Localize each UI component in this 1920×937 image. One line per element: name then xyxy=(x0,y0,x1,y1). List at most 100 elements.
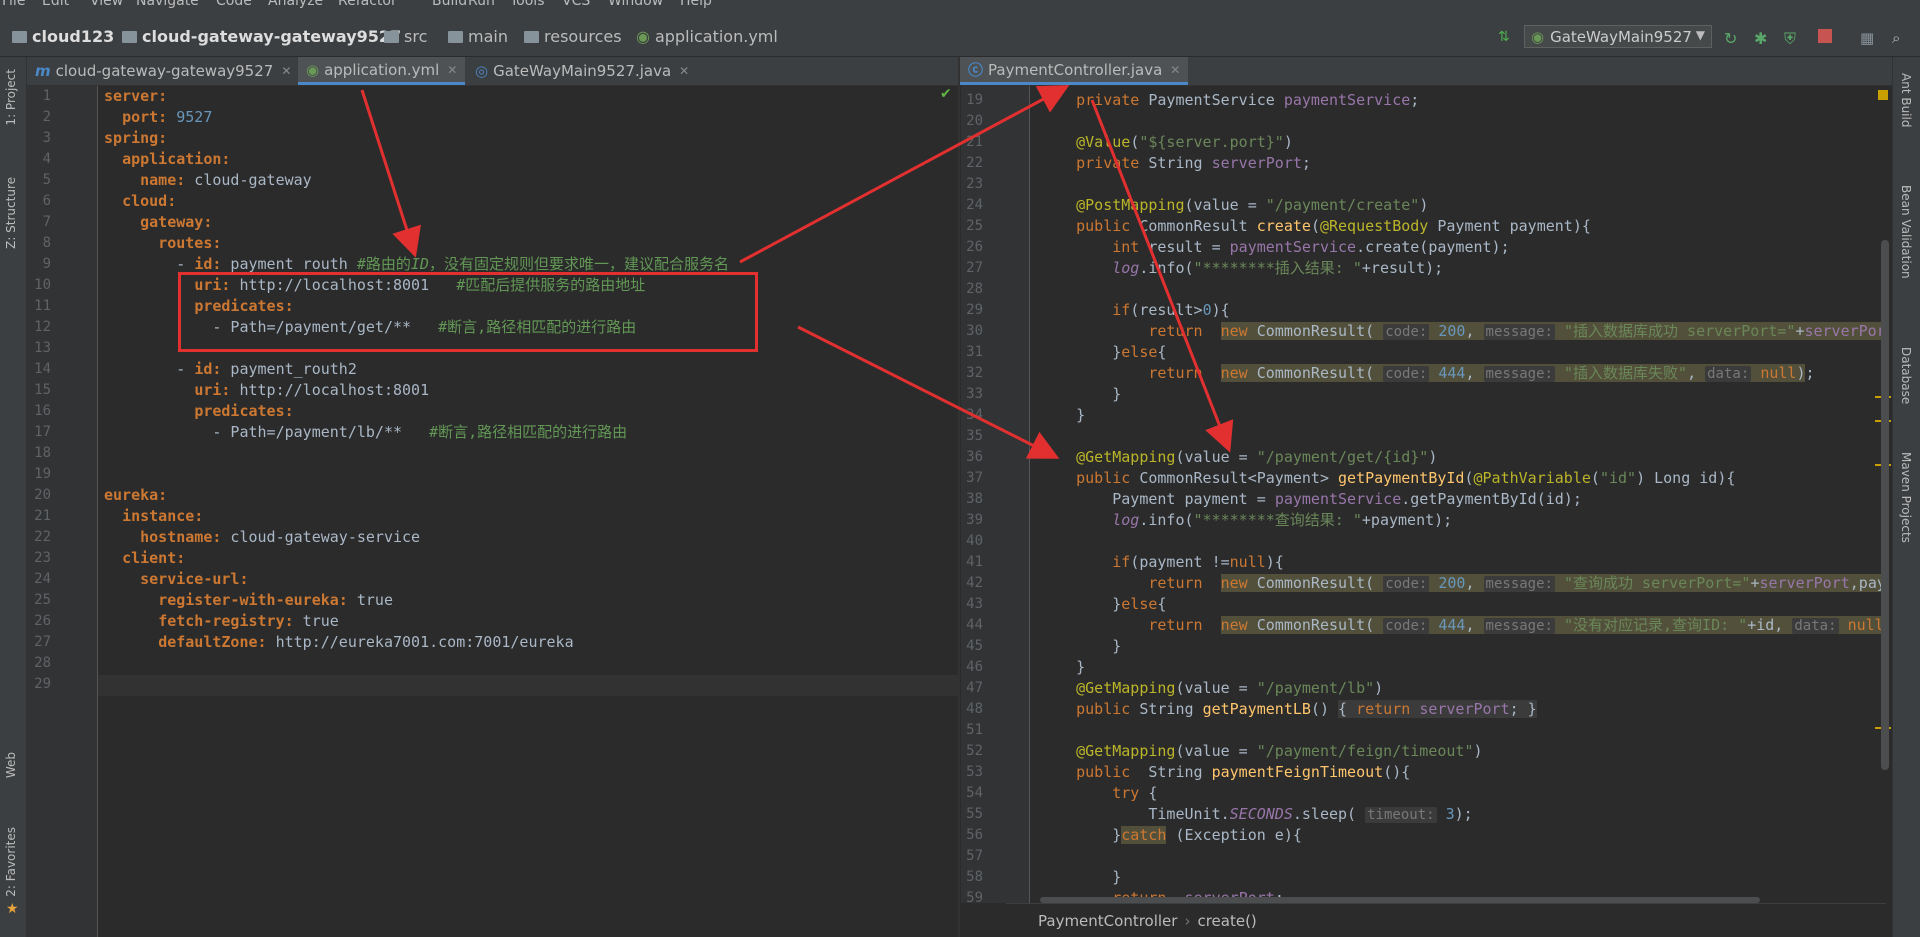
stop-icon[interactable] xyxy=(1818,29,1832,43)
tool-tab-ant-build[interactable]: Ant Build xyxy=(1899,73,1913,127)
tab-gatewaymain-java[interactable]: ◎ GateWayMain9527.java ✕ xyxy=(467,57,697,85)
nav-crumb-project[interactable]: cloud123 xyxy=(12,27,114,46)
search-icon[interactable]: ⌕ xyxy=(1892,29,1908,47)
nav-crumb-file[interactable]: ◉ application.yml xyxy=(636,27,778,46)
nav-crumb-src[interactable]: src xyxy=(384,27,427,46)
menu-item-build[interactable]: Build xyxy=(432,0,467,9)
java-line: return new CommonResult( code: 444, mess… xyxy=(1148,364,1815,382)
tab-paymentcontroller-java[interactable]: ⓒ PaymentController.java ✕ xyxy=(960,57,1189,85)
java-line: } xyxy=(1040,406,1086,424)
java-line: public CommonResult create(@RequestBody … xyxy=(1076,217,1591,235)
line-number: 33 xyxy=(966,386,983,402)
editor-split-divider[interactable] xyxy=(958,57,960,937)
java-line: private PaymentService paymentService; xyxy=(1076,91,1420,109)
line-number: 24 xyxy=(966,197,983,213)
menu-item-file[interactable]: File xyxy=(2,0,25,9)
java-editor[interactable]: private PaymentService paymentService; @… xyxy=(1040,90,1888,903)
menu-item-edit[interactable]: Edit xyxy=(42,0,69,9)
chevron-down-icon: ▼ xyxy=(1695,28,1705,42)
line-number: 32 xyxy=(966,365,983,381)
java-line: @GetMapping(value = "/payment/feign/time… xyxy=(1076,742,1483,760)
close-icon[interactable]: ✕ xyxy=(679,64,689,78)
star-icon: ★ xyxy=(6,901,19,917)
navigation-bar: cloud123 cloud-gateway-gateway9527 src m… xyxy=(0,10,1920,57)
line-number: 25 xyxy=(966,218,983,234)
java-line: @Value("${server.port}") xyxy=(1076,133,1293,151)
warning-indicator-icon[interactable] xyxy=(1878,90,1888,100)
menu-item-navigate[interactable]: Navigate xyxy=(136,0,199,9)
line-number: 54 xyxy=(966,785,983,801)
close-icon[interactable]: ✕ xyxy=(281,64,291,78)
tool-tab-project[interactable]: 1: Project xyxy=(4,69,18,126)
java-line: public String paymentFeignTimeout(){ xyxy=(1076,763,1411,781)
line-number: 23 xyxy=(966,176,983,192)
line-number: 55 xyxy=(966,806,983,822)
tab-module-pom[interactable]: m cloud-gateway-gateway9527 ✕ xyxy=(27,57,299,85)
tool-tab-database[interactable]: Database xyxy=(1899,347,1913,404)
line-number: 41 xyxy=(966,554,983,570)
menu-item-refactor[interactable]: Refactor xyxy=(338,0,397,9)
tool-tab-favorites[interactable]: 2: Favorites xyxy=(4,827,18,897)
nav-crumb-resources[interactable]: resources xyxy=(524,27,622,46)
current-line-highlight xyxy=(98,675,958,696)
rerun-icon[interactable]: ↻ xyxy=(1724,29,1740,48)
java-line: log.info("********插入结果: "+result); xyxy=(1112,259,1444,277)
folder-icon xyxy=(448,30,463,43)
breadcrumb-method[interactable]: create() xyxy=(1197,912,1256,930)
project-structure-icon[interactable]: ▦ xyxy=(1860,29,1876,47)
menu-item-help[interactable]: Help xyxy=(680,0,712,9)
check-icon: ✔ xyxy=(940,86,952,102)
tab-application-yml[interactable]: ◉ application.yml ✕ xyxy=(298,57,466,85)
java-line: @PostMapping(value = "/payment/create") xyxy=(1076,196,1429,214)
yaml-line: instance: xyxy=(122,507,204,525)
menu-item-run[interactable]: Run xyxy=(468,0,495,9)
debug-icon[interactable]: ✱ xyxy=(1754,29,1770,48)
vcs-update-icon[interactable]: ⇅ xyxy=(1498,29,1514,45)
line-number: 7 xyxy=(42,214,51,230)
yaml-line: cloud: xyxy=(122,192,177,210)
yml-file-icon: ◉ xyxy=(636,27,650,46)
menu-item-analyze[interactable]: Analyze xyxy=(268,0,323,9)
line-number: 21 xyxy=(34,508,51,524)
menu-item-view[interactable]: View xyxy=(90,0,123,9)
run-config-select[interactable]: ◉ GateWayMain9527 ▼ xyxy=(1524,25,1712,48)
line-number: 20 xyxy=(34,487,51,503)
line-number: 47 xyxy=(966,680,983,696)
line-number: 43 xyxy=(966,596,983,612)
vertical-scrollbar[interactable] xyxy=(1881,240,1889,770)
menu-item-window[interactable]: Window xyxy=(608,0,663,9)
yaml-line: fetch-registry: true xyxy=(158,612,339,630)
yaml-line: routes: xyxy=(158,234,222,252)
line-number: 37 xyxy=(966,470,983,486)
folder-icon xyxy=(12,30,27,43)
line-number: 59 xyxy=(966,890,983,906)
line-number: 34 xyxy=(966,407,983,423)
yaml-line: service-url: xyxy=(140,570,249,588)
close-icon[interactable]: ✕ xyxy=(1170,63,1180,77)
java-line: }else{ xyxy=(1040,343,1167,361)
menu-item-code[interactable]: Code xyxy=(216,0,252,9)
line-number: 46 xyxy=(966,659,983,675)
close-icon[interactable]: ✕ xyxy=(447,63,457,77)
line-number: 4 xyxy=(42,151,51,167)
tool-tab-bean-validation[interactable]: Bean Validation xyxy=(1899,185,1913,279)
run-coverage-icon[interactable]: ⛨ xyxy=(1784,29,1800,48)
line-number: 24 xyxy=(34,571,51,587)
menu-item-tools[interactable]: Tools xyxy=(510,0,545,9)
line-number: 44 xyxy=(966,617,983,633)
yaml-line: application: xyxy=(122,150,231,168)
tool-tab-web[interactable]: Web xyxy=(4,752,18,778)
tool-tab-structure[interactable]: Z: Structure xyxy=(4,177,18,249)
line-number: 2 xyxy=(42,109,51,125)
yaml-line: name: cloud-gateway xyxy=(140,171,312,189)
nav-crumb-module[interactable]: cloud-gateway-gateway9527 xyxy=(122,27,401,46)
menu-item-vcs[interactable]: VCS xyxy=(562,0,590,9)
breadcrumb-class[interactable]: PaymentController xyxy=(1038,912,1177,930)
java-line: } xyxy=(1040,637,1122,655)
line-number: 12 xyxy=(34,319,51,335)
yaml-line: hostname: cloud-gateway-service xyxy=(140,528,421,546)
tool-tab-maven[interactable]: Maven Projects xyxy=(1899,452,1913,543)
line-number: 11 xyxy=(34,298,51,314)
line-number: 18 xyxy=(34,445,51,461)
nav-crumb-main[interactable]: main xyxy=(448,27,508,46)
